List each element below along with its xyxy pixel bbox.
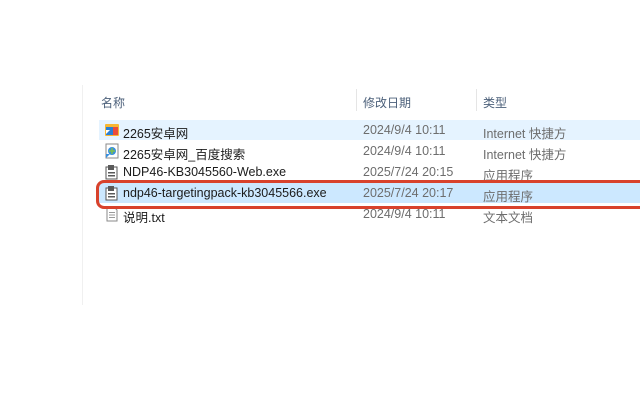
- column-header: 名称 修改日期 类型: [83, 85, 640, 115]
- file-date: 2025/7/24 20:17: [363, 186, 454, 200]
- text-file-icon: [104, 206, 120, 222]
- file-row-ndp46-web[interactable]: NDP46-KB3045560-Web.exe 2025/7/24 20:15 …: [99, 162, 640, 183]
- file-date: 2025/7/24 20:15: [363, 165, 454, 179]
- installer-exe-icon: [104, 164, 120, 180]
- file-name: 2265安卓网: [123, 127, 189, 141]
- file-name: 说明.txt: [123, 211, 165, 225]
- file-name: 2265安卓网_百度搜索: [123, 148, 246, 162]
- file-type: Internet 快捷方: [483, 127, 567, 141]
- file-name: NDP46-KB3045560-Web.exe: [123, 165, 287, 179]
- file-row-ndp46-targetingpack[interactable]: ndp46-targetingpack-kb3045566.exe 2025/7…: [99, 183, 640, 204]
- file-row-readme[interactable]: 说明.txt 2024/9/4 10:11 文本文档: [99, 204, 640, 225]
- file-list-pane: 名称 修改日期 类型 2265安卓网 2024/9/4 10:11 Intern…: [82, 85, 640, 305]
- file-type: 应用程序: [483, 190, 534, 204]
- column-divider[interactable]: [356, 89, 357, 111]
- column-date-header[interactable]: 修改日期: [363, 94, 411, 111]
- column-divider[interactable]: [476, 89, 477, 111]
- file-type: 文本文档: [483, 211, 534, 225]
- column-type-header[interactable]: 类型: [483, 94, 507, 111]
- file-row-2265[interactable]: 2265安卓网 2024/9/4 10:11 Internet 快捷方: [99, 120, 640, 141]
- installer-exe-icon: [104, 185, 120, 201]
- file-type: 应用程序: [483, 169, 534, 183]
- file-date: 2024/9/4 10:11: [363, 123, 446, 137]
- column-name-header[interactable]: 名称: [101, 94, 125, 111]
- file-date: 2024/9/4 10:11: [363, 144, 446, 158]
- file-name: ndp46-targetingpack-kb3045566.exe: [123, 186, 327, 200]
- file-type: Internet 快捷方: [483, 148, 567, 162]
- internet-shortcut-icon: [104, 122, 120, 138]
- file-date: 2024/9/4 10:11: [363, 207, 446, 221]
- file-row-2265-baidu[interactable]: 2265安卓网_百度搜索 2024/9/4 10:11 Internet 快捷方: [99, 141, 640, 162]
- internet-shortcut-icon: [104, 143, 120, 159]
